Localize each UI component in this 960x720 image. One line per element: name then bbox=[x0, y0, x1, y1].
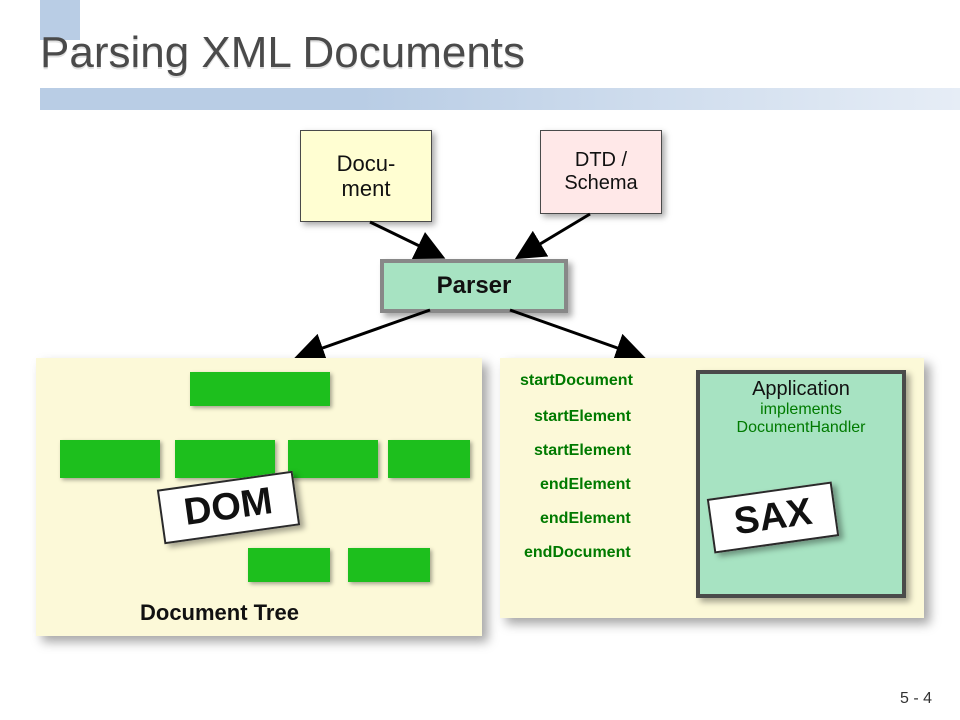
tree-node bbox=[248, 548, 330, 582]
application-box: Application implements DocumentHandler bbox=[696, 370, 906, 598]
tree-node bbox=[60, 440, 160, 478]
event-label: endElement bbox=[540, 476, 631, 494]
event-label: endElement bbox=[540, 510, 631, 528]
event-label: endDocument bbox=[524, 544, 631, 562]
parser-box: Parser bbox=[380, 259, 568, 313]
document-tree-label: Document Tree bbox=[140, 600, 299, 626]
application-title: Application bbox=[700, 378, 902, 401]
tree-node bbox=[175, 440, 275, 478]
event-label: startElement bbox=[534, 408, 631, 426]
document-box: Docu- ment bbox=[300, 130, 432, 222]
event-label: startDocument bbox=[520, 372, 633, 390]
tree-root-node bbox=[190, 372, 330, 406]
event-label: startElement bbox=[534, 442, 631, 460]
page-number: 5 - 4 bbox=[900, 690, 932, 708]
application-subtitle-1: implements bbox=[700, 401, 902, 419]
decoration-bar bbox=[40, 88, 960, 110]
dtd-schema-box: DTD / Schema bbox=[540, 130, 662, 214]
tree-node bbox=[388, 440, 470, 478]
application-subtitle-2: DocumentHandler bbox=[700, 419, 902, 437]
slide-title: Parsing XML Documents bbox=[40, 28, 525, 78]
tree-node bbox=[348, 548, 430, 582]
tree-node bbox=[288, 440, 378, 478]
